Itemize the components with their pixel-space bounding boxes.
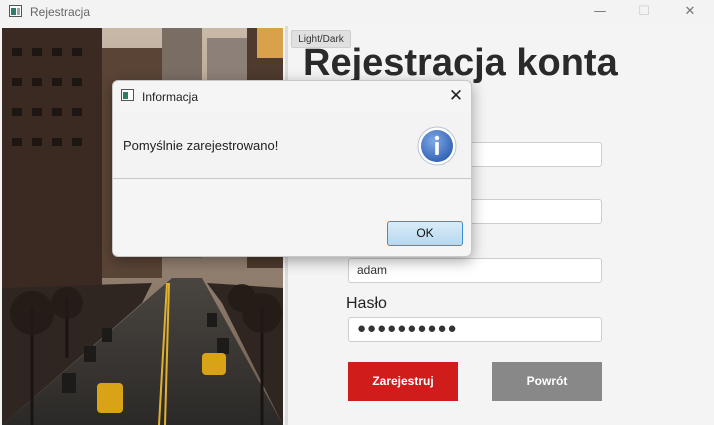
minimize-button[interactable]: — [577, 0, 623, 26]
dialog-message: Pomyślnie zarejestrowano! [123, 138, 279, 153]
info-dialog: Informacja ✕ Pomyślnie zarejestrowano! O… [112, 80, 472, 257]
ok-button[interactable]: OK [387, 221, 463, 246]
dialog-close-button[interactable]: ✕ [443, 83, 469, 109]
maximize-button[interactable]: ☐ [621, 0, 667, 26]
username-field[interactable]: adam [348, 258, 602, 283]
password-label: Hasło [346, 295, 387, 312]
dialog-title: Informacja [142, 90, 199, 104]
dialog-titlebar: Informacja ✕ [113, 81, 471, 113]
app-icon [9, 5, 22, 17]
dialog-header: Pomyślnie zarejestrowano! [113, 113, 471, 179]
register-button[interactable]: Zarejestruj [348, 362, 458, 401]
page-title: Rejestracja konta [303, 42, 618, 84]
info-icon [417, 126, 457, 166]
window-title: Rejestracja [30, 5, 91, 19]
app-window: Rejestracja — ☐ ✕ Light/Dark Rejestracja… [0, 0, 714, 425]
dialog-app-icon [121, 89, 134, 101]
window-titlebar: Rejestracja — ☐ ✕ [0, 0, 714, 26]
back-button[interactable]: Powrót [492, 362, 602, 401]
password-field[interactable]: ●●●●●●●●●● [348, 317, 602, 342]
close-window-button[interactable]: ✕ [667, 0, 713, 26]
